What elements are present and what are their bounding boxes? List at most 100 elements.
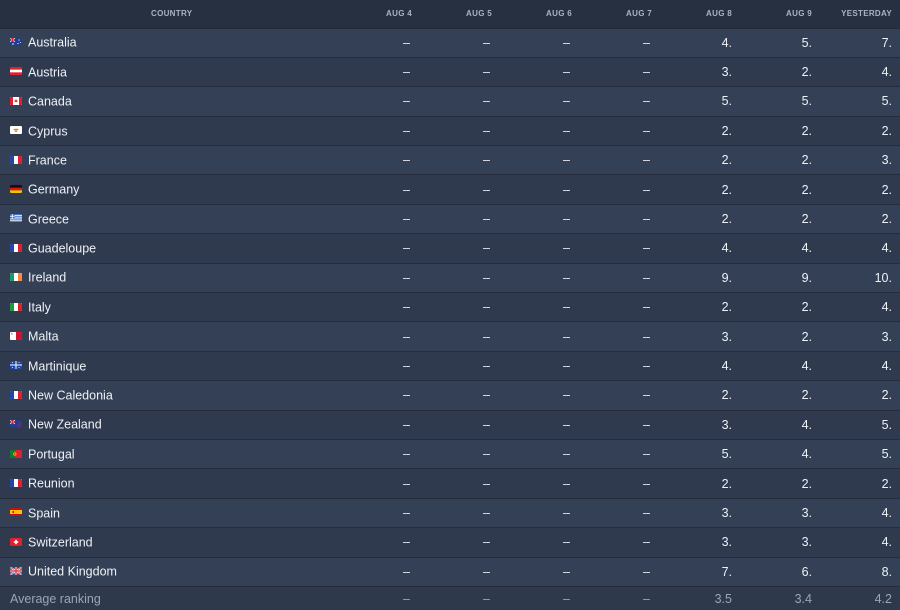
rank-cell-yesterday: 3. [820, 145, 900, 175]
table-row[interactable]: Switzerland – – – –3. 3. 4. [0, 527, 900, 558]
country-name: Greece [28, 212, 69, 227]
austria-flag-icon [10, 67, 22, 76]
country-name: Portugal [28, 447, 75, 462]
country-cell: Canada [0, 86, 340, 117]
country-cell: Portugal [0, 438, 340, 469]
column-header-aug-9[interactable]: AUG 9 [740, 0, 820, 29]
rank-cell-aug-7: – [580, 115, 660, 146]
table-row[interactable]: Italy – – – –2. 2. 4. [0, 292, 900, 322]
country-name: Australia [28, 36, 77, 51]
country-cell: United Kingdom [0, 556, 340, 587]
rank-cell-aug-4: – [340, 292, 420, 322]
rank-cell-aug-7: – [580, 56, 660, 87]
rank-cell-aug-4: – [340, 350, 420, 381]
column-header-aug-4[interactable]: AUG 4 [340, 0, 420, 29]
rank-cell-aug-4: – [340, 262, 420, 293]
rank-cell-aug-8: 3. [660, 56, 740, 87]
table-row[interactable]: Greece – – – –2. 2. 2. [0, 203, 900, 234]
rank-cell-aug-9: 2. [740, 321, 820, 352]
table-row[interactable]: New Caledonia – – – –2. 2. 2. [0, 380, 900, 411]
country-name: Reunion [28, 476, 75, 491]
rank-cell-aug-9: 6. [740, 556, 820, 587]
table-row[interactable]: Martinique – – – –4. 4. 4. [0, 350, 900, 381]
rank-cell-aug-4: – [340, 409, 420, 440]
average-value: – [500, 585, 580, 610]
rank-cell-aug-6: – [500, 497, 580, 528]
table-row[interactable]: France – – – –2. 2. 3. [0, 145, 900, 175]
table-row[interactable]: Germany – – – –2. 2. 2. [0, 174, 900, 205]
country-name: New Caledonia [28, 388, 113, 403]
greece-flag-icon [10, 214, 22, 223]
country-name: Guadeloupe [28, 241, 97, 256]
table-row[interactable]: New Zealand – – – –3. 4. 5. [0, 409, 900, 440]
rank-cell-aug-9: 4. [740, 438, 820, 469]
column-header-country[interactable]: COUNTRY [0, 0, 340, 29]
rank-cell-aug-4: – [340, 174, 420, 205]
country-cell: Switzerland [0, 527, 340, 558]
table-row[interactable]: Australia – – – –4. 5. 7. [0, 27, 900, 58]
rank-cell-aug-4: – [340, 203, 420, 234]
average-value: 3.4 [740, 585, 820, 610]
rank-cell-aug-5: – [420, 262, 500, 293]
rank-cell-aug-8: 5. [660, 86, 740, 117]
rank-cell-aug-5: – [420, 468, 500, 499]
rank-cell-aug-8: 3. [660, 321, 740, 352]
rank-cell-yesterday: 7. [820, 27, 900, 58]
rank-cell-aug-5: – [420, 438, 500, 469]
rank-cell-aug-5: – [420, 497, 500, 528]
table-row[interactable]: Austria – – – –3. 2. 4. [0, 56, 900, 87]
rank-cell-yesterday: 3. [820, 321, 900, 352]
table-row[interactable]: Canada – – – –5. 5. 5. [0, 86, 900, 117]
rank-cell-aug-8: 4. [660, 27, 740, 58]
country-cell: Martinique [0, 350, 340, 381]
rank-cell-aug-8: 3. [660, 409, 740, 440]
average-value: – [340, 585, 420, 610]
country-cell: Malta [0, 321, 340, 352]
rank-cell-aug-9: 2. [740, 56, 820, 87]
rank-cell-aug-4: – [340, 56, 420, 87]
rank-cell-aug-7: – [580, 438, 660, 469]
table-row[interactable]: Cyprus – – – –2. 2. 2. [0, 115, 900, 146]
table-body: Australia – – – –4. 5. 7. Austria – – – –3. 2. 4. Cana… [0, 27, 900, 610]
rank-cell-aug-7: – [580, 350, 660, 381]
column-header-aug-5[interactable]: AUG 5 [420, 0, 500, 29]
rank-cell-aug-9: 5. [740, 27, 820, 58]
rank-cell-aug-4: – [340, 438, 420, 469]
column-header-aug-8[interactable]: AUG 8 [660, 0, 740, 29]
table-row[interactable]: Reunion – – – –2. 2. 2. [0, 468, 900, 499]
table-row[interactable]: Portugal – – – –5. 4. 5. [0, 438, 900, 469]
rank-cell-aug-6: – [500, 174, 580, 205]
rank-cell-aug-7: – [580, 497, 660, 528]
rank-cell-aug-4: – [340, 380, 420, 411]
rank-cell-aug-9: 4. [740, 350, 820, 381]
table-row[interactable]: Spain – – – –3. 3. 4. [0, 497, 900, 528]
rank-cell-aug-7: – [580, 203, 660, 234]
spain-flag-icon [10, 508, 22, 517]
rank-cell-aug-5: – [420, 321, 500, 352]
country-name: Austria [28, 65, 67, 80]
reunion-flag-icon [10, 478, 22, 487]
column-header-aug-7[interactable]: AUG 7 [580, 0, 660, 29]
australia-flag-icon [10, 38, 22, 47]
rank-cell-aug-9: 4. [740, 409, 820, 440]
country-name: Canada [28, 94, 72, 109]
cyprus-flag-icon [10, 126, 22, 135]
column-header-yesterday[interactable]: YESTERDAY [820, 0, 900, 29]
martinique-flag-icon [10, 361, 22, 370]
ranking-table: COUNTRY AUG 4 AUG 5 AUG 6 AUG 7 AUG 8 AU… [0, 0, 900, 610]
rank-cell-yesterday: 2. [820, 380, 900, 411]
table-row[interactable]: United Kingdom – – – –7. 6. 8. [0, 556, 900, 587]
canada-flag-icon [10, 96, 22, 105]
column-header-aug-6[interactable]: AUG 6 [500, 0, 580, 29]
rank-cell-aug-7: – [580, 527, 660, 558]
table-row[interactable]: Guadeloupe – – – –4. 4. 4. [0, 233, 900, 264]
rank-cell-aug-9: 4. [740, 233, 820, 264]
rank-cell-aug-4: – [340, 233, 420, 264]
united-kingdom-flag-icon [10, 567, 22, 576]
rank-cell-aug-6: – [500, 321, 580, 352]
rank-cell-aug-7: – [580, 145, 660, 175]
table-row[interactable]: Malta – – – –3. 2. 3. [0, 321, 900, 352]
table-row[interactable]: Ireland – – – –9. 9. 10. [0, 262, 900, 293]
rank-cell-aug-8: 3. [660, 527, 740, 558]
rank-cell-aug-8: 2. [660, 145, 740, 175]
